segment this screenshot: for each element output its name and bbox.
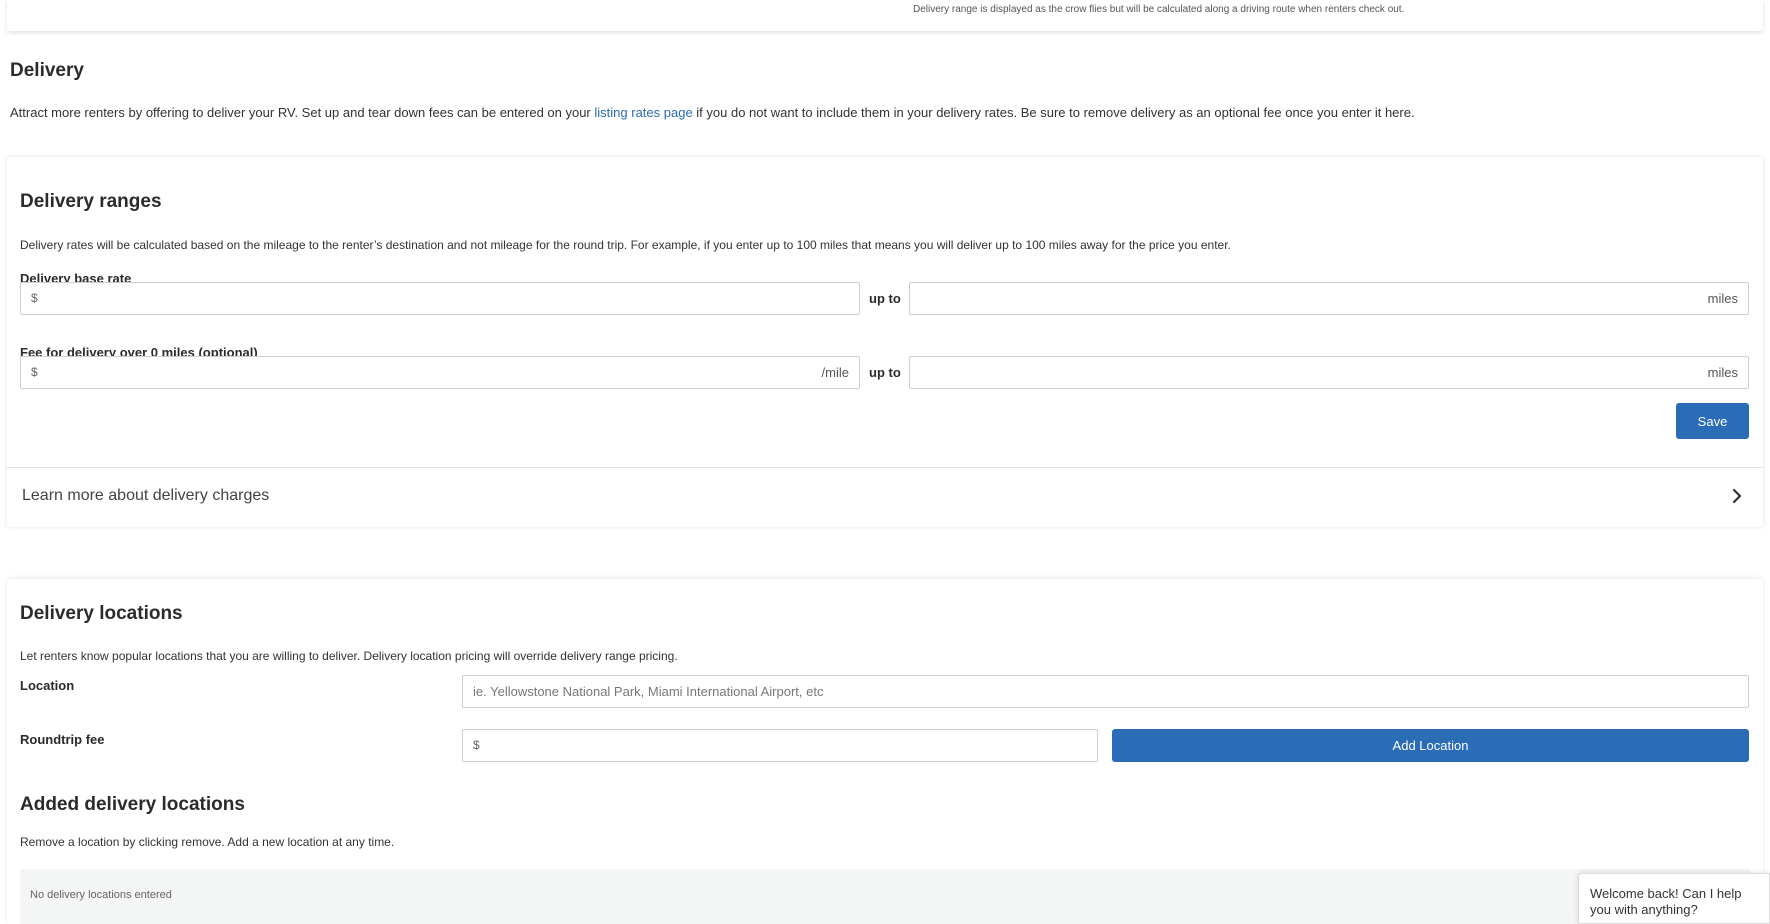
roundtrip-dollar-prefix: $: [473, 738, 480, 752]
fee-miles-suffix: miles: [1707, 365, 1738, 380]
learn-more-label: Learn more about delivery charges: [22, 487, 270, 504]
learn-more-delivery-charges[interactable]: Learn more about delivery charges: [7, 468, 1763, 527]
roundtrip-fee-label: Roundtrip fee: [20, 732, 105, 747]
fee-up-to-label: up to: [869, 365, 901, 380]
delivery-ranges-title: Delivery ranges: [20, 191, 162, 212]
fee-per-mile-suffix: /mile: [821, 365, 849, 380]
delivery-locations-description: Let renters know popular locations that …: [20, 649, 678, 663]
chat-welcome-bubble[interactable]: Welcome back! Can I help you with anythi…: [1578, 873, 1770, 924]
delivery-intro-text-end: if you do not want to include them in yo…: [692, 105, 1415, 120]
added-delivery-locations-description: Remove a location by clicking remove. Ad…: [20, 835, 395, 849]
base-rate-up-to-label: up to: [869, 291, 901, 306]
save-button[interactable]: Save: [1676, 403, 1749, 439]
delivery-intro: Attract more renters by offering to deli…: [10, 105, 1415, 120]
fee-miles-input[interactable]: miles: [909, 356, 1749, 389]
crow-flies-note: Delivery range is displayed as the crow …: [913, 4, 1405, 15]
add-location-button[interactable]: Add Location: [1112, 729, 1749, 762]
base-rate-input[interactable]: $: [20, 282, 860, 315]
previous-card-bottom: Delivery range is displayed as the crow …: [7, 0, 1763, 31]
roundtrip-fee-input[interactable]: $: [462, 729, 1098, 762]
location-label: Location: [20, 678, 75, 693]
base-rate-dollar-prefix: $: [31, 291, 38, 305]
delivery-ranges-card: Delivery ranges Delivery rates will be c…: [7, 157, 1763, 527]
added-delivery-locations-title: Added delivery locations: [20, 794, 245, 815]
location-placeholder: ie. Yellowstone National Park, Miami Int…: [473, 684, 824, 699]
delivery-locations-card: Delivery locations Let renters know popu…: [7, 579, 1763, 924]
chat-message: Welcome back! Can I help you with anythi…: [1590, 886, 1742, 917]
delivery-locations-title: Delivery locations: [20, 603, 183, 624]
empty-locations-text: No delivery locations entered: [30, 889, 172, 901]
section-title-delivery: Delivery: [10, 60, 84, 81]
listing-rates-link[interactable]: listing rates page: [594, 105, 692, 120]
delivery-ranges-description: Delivery rates will be calculated based …: [20, 238, 1231, 252]
base-rate-miles-suffix: miles: [1707, 291, 1738, 306]
chevron-right-icon: [1732, 488, 1742, 504]
fee-dollar-prefix: $: [31, 365, 38, 379]
location-input[interactable]: ie. Yellowstone National Park, Miami Int…: [462, 675, 1749, 708]
added-locations-list: No delivery locations entered: [20, 869, 1750, 924]
base-rate-miles-input[interactable]: miles: [909, 282, 1749, 315]
delivery-intro-text-start: Attract more renters by offering to deli…: [10, 105, 595, 120]
fee-per-mile-input[interactable]: $ /mile: [20, 356, 860, 389]
